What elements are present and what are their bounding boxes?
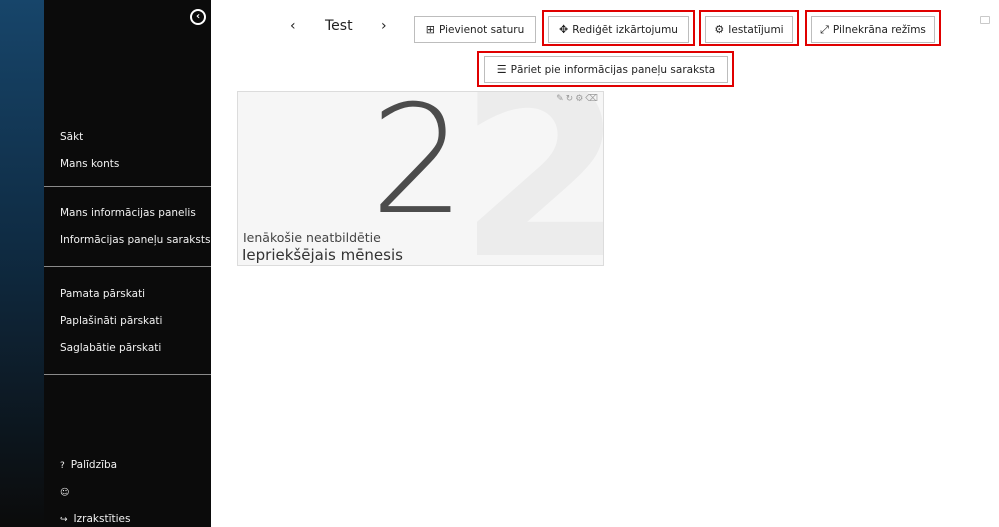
list-icon: ☰ — [496, 63, 507, 76]
window-icon — [980, 16, 990, 24]
widget-value: 2 — [370, 91, 466, 248]
widget-tools: ✎↻⚙⌫ — [555, 94, 599, 104]
widget-value-watermark: 2 — [458, 92, 603, 265]
sidebar-divider — [44, 266, 211, 267]
sidebar-panel — [44, 0, 211, 527]
users-icon: ☺ — [60, 488, 70, 498]
sidebar-item-help[interactable]: ? Palīdzība — [60, 459, 117, 471]
sidebar-divider — [44, 374, 211, 375]
move-icon: ✥ — [559, 23, 569, 36]
edit-icon[interactable]: ✎ — [556, 94, 565, 104]
logout-label: Izrakstīties — [73, 513, 131, 525]
sidebar-item-users[interactable]: ☺ — [60, 486, 75, 498]
go-to-dashboard-list-button[interactable]: ☰ Pāriet pie informācijas paneļu saraksta — [484, 56, 728, 83]
sidebar-item-my-dashboard[interactable]: Mans informācijas panelis — [60, 207, 196, 219]
dashboard-widget[interactable]: 2 2 ✎↻⚙⌫ Ienākošie neatbildētie Iepriekš… — [237, 91, 604, 266]
sidebar-item-saved-reports[interactable]: Saglabātie pārskati — [60, 342, 161, 354]
help-label: Palīdzība — [70, 459, 118, 471]
settings-button[interactable]: ⚙ Iestatījumi — [705, 16, 793, 43]
sidebar-item-basic-reports[interactable]: Pamata pārskati — [60, 288, 145, 300]
trash-icon[interactable]: ⌫ — [585, 94, 599, 104]
widget-period: Iepriekšējais mēnesis — [242, 246, 403, 264]
edit-layout-label: Rediģēt izkārtojumu — [572, 23, 678, 36]
expand-icon: ⤢ — [820, 22, 829, 36]
add-content-label: Pievienot saturu — [438, 23, 525, 36]
previous-dashboard-button[interactable]: ‹ — [290, 18, 296, 34]
fullscreen-button[interactable]: ⤢ Pilnekrāna režīms — [811, 16, 935, 43]
sidebar-item-dashboard-list[interactable]: Informācijas paneļu saraksts — [60, 234, 210, 246]
gear-icon: ⚙ — [714, 23, 725, 36]
sidebar-item-start[interactable]: Sākt — [60, 131, 83, 143]
gear-icon[interactable]: ⚙ — [575, 94, 584, 104]
add-content-button[interactable]: ⊞ Pievienot saturu — [414, 16, 536, 43]
sidebar-item-my-account[interactable]: Mans konts — [60, 158, 119, 170]
widget-label: Ienākošie neatbildētie — [243, 230, 381, 245]
fullscreen-label: Pilnekrāna režīms — [832, 23, 926, 36]
refresh-icon[interactable]: ↻ — [566, 94, 575, 104]
logout-icon: ↪ — [60, 515, 68, 525]
sidebar-divider — [44, 186, 211, 187]
plus-square-icon: ⊞ — [425, 23, 435, 36]
edit-layout-button[interactable]: ✥ Rediģēt izkārtojumu — [548, 16, 689, 43]
next-dashboard-button[interactable]: › — [381, 18, 387, 34]
help-icon: ? — [60, 461, 65, 471]
sidebar-accent-strip — [0, 0, 44, 527]
go-to-list-label: Pāriet pie informācijas paneļu saraksta — [510, 63, 716, 76]
sidebar-item-extended-reports[interactable]: Paplašināti pārskati — [60, 315, 162, 327]
collapse-sidebar-icon[interactable]: ‹ — [190, 9, 206, 25]
dashboard-title: Test — [325, 18, 353, 34]
settings-label: Iestatījumi — [728, 23, 784, 36]
sidebar — [0, 0, 211, 527]
sidebar-item-logout[interactable]: ↪ Izrakstīties — [60, 513, 130, 525]
